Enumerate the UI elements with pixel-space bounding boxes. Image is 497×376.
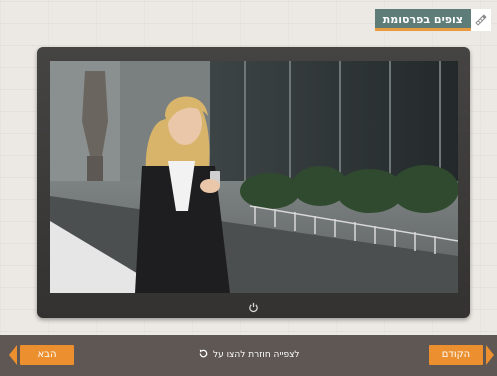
next-button[interactable]: הבא [20, 345, 74, 365]
video-frame [50, 61, 458, 293]
video-player[interactable] [50, 61, 458, 293]
video-monitor [37, 47, 470, 318]
section-title-tag: צופים בפרסומת [374, 9, 491, 31]
previous-button[interactable]: הקודם [429, 345, 483, 365]
power-icon[interactable] [247, 301, 259, 313]
pencil-ruler-icon [471, 9, 491, 31]
arrow-right-icon[interactable] [486, 345, 494, 365]
arrow-left-icon[interactable] [9, 345, 17, 365]
navigation-footer: הבא לצפייה חוזרת להצו על הקודם [0, 335, 497, 376]
lesson-stage: צופים בפרסומת [0, 0, 497, 335]
section-title: צופים בפרסומת [374, 9, 471, 31]
replay-hint[interactable]: לצפייה חוזרת להצו על [198, 348, 300, 362]
replay-text: לצפייה חוזרת להצו על [213, 350, 300, 360]
replay-icon[interactable] [198, 348, 209, 362]
